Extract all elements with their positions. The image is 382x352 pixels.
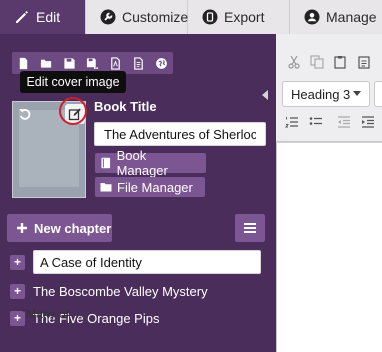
new-chapter-button[interactable]: New chapter bbox=[7, 214, 112, 242]
open-folder-icon bbox=[40, 59, 52, 68]
user-icon bbox=[304, 9, 320, 25]
outdent-button[interactable] bbox=[336, 114, 352, 130]
export-document-button[interactable] bbox=[127, 52, 150, 74]
tab-customize[interactable]: Customize bbox=[86, 0, 188, 34]
book-title-input[interactable] bbox=[94, 122, 266, 146]
copy-icon bbox=[310, 55, 324, 69]
reset-cover-button[interactable] bbox=[15, 104, 35, 124]
file-manager-label: File Manager bbox=[117, 179, 193, 195]
folder-icon bbox=[100, 183, 112, 192]
heading-select-value: Heading 3 bbox=[291, 86, 351, 102]
expand-chapter-button[interactable]: + bbox=[10, 283, 25, 299]
save-as-icon bbox=[86, 57, 99, 69]
indent-icon bbox=[362, 116, 374, 128]
tab-manage-label: Manage bbox=[326, 9, 377, 25]
chapter-title-input[interactable] bbox=[33, 250, 261, 274]
paste-text-button[interactable] bbox=[356, 54, 372, 70]
bullet-list-icon bbox=[309, 117, 322, 125]
tab-customize-label: Customize bbox=[122, 9, 189, 25]
chapter-title[interactable]: The Boscombe Valley Mystery bbox=[33, 284, 208, 299]
tab-edit[interactable]: Edit bbox=[0, 0, 86, 34]
chevron-down-icon bbox=[353, 91, 361, 96]
plus-icon bbox=[17, 223, 27, 233]
pdf-icon bbox=[111, 56, 120, 70]
save-icon bbox=[64, 57, 75, 69]
heading-select[interactable]: Heading 3 bbox=[282, 81, 370, 107]
font-select[interactable] bbox=[374, 81, 382, 107]
tab-edit-label: Edit bbox=[36, 9, 61, 25]
hamburger-menu-icon bbox=[244, 223, 256, 233]
book-manager-label: Book Manager bbox=[116, 148, 168, 178]
new-file-icon bbox=[19, 57, 28, 69]
indent-button[interactable] bbox=[360, 114, 376, 130]
book-manager-button[interactable]: Book Manager bbox=[95, 148, 206, 178]
scissors-icon bbox=[288, 55, 300, 69]
copy-button[interactable] bbox=[309, 54, 325, 70]
publish-web-button[interactable] bbox=[150, 52, 173, 74]
tooltip: Edit cover image bbox=[20, 71, 126, 93]
numbered-list-icon bbox=[285, 117, 298, 128]
undo-icon bbox=[19, 108, 31, 120]
globe-icon bbox=[156, 57, 167, 69]
paste-button[interactable] bbox=[332, 54, 348, 70]
clipboard-text-icon bbox=[358, 56, 370, 69]
pencil-icon bbox=[14, 9, 30, 25]
editor-text-snippet: "Many of ... bbox=[22, 307, 83, 321]
editor-area: Heading 3 bbox=[276, 34, 382, 352]
collapse-panel-arrow[interactable] bbox=[262, 90, 268, 100]
editor-page[interactable] bbox=[276, 143, 382, 352]
chapter-item: + bbox=[10, 250, 261, 274]
wrench-icon bbox=[100, 9, 116, 25]
tab-export[interactable]: Export bbox=[188, 0, 290, 34]
file-manager-button[interactable]: File Manager bbox=[95, 177, 205, 197]
clipboard-icon bbox=[334, 56, 346, 69]
expand-chapter-button[interactable]: + bbox=[10, 254, 25, 270]
device-icon bbox=[202, 9, 218, 25]
document-icon bbox=[134, 56, 143, 70]
outdent-icon bbox=[338, 116, 350, 128]
new-chapter-label: New chapter bbox=[34, 220, 112, 236]
editor-toolbar: Heading 3 bbox=[276, 34, 382, 142]
chapter-item[interactable]: + The Boscombe Valley Mystery bbox=[10, 279, 208, 303]
book-title-label: Book Title bbox=[94, 99, 157, 114]
tab-export-label: Export bbox=[224, 9, 265, 25]
cut-button[interactable] bbox=[286, 54, 302, 70]
book-icon bbox=[101, 157, 111, 169]
highlight-ring bbox=[59, 97, 87, 125]
chapter-menu-button[interactable] bbox=[235, 214, 265, 242]
tab-manage[interactable]: Manage bbox=[290, 0, 382, 34]
bullet-list-button[interactable] bbox=[308, 114, 324, 130]
numbered-list-button[interactable] bbox=[284, 114, 300, 130]
tab-bar: Edit Customize Export Manage bbox=[0, 0, 382, 34]
